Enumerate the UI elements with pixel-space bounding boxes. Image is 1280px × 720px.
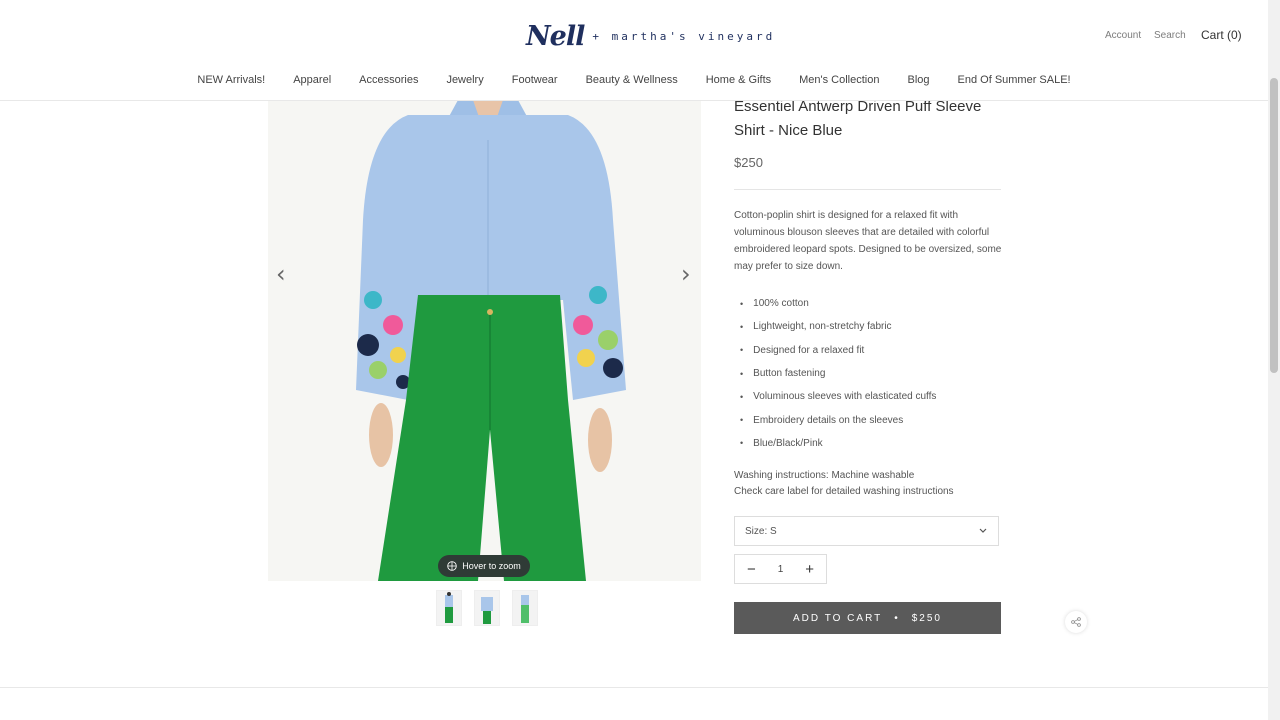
nav-item-new-arrivals[interactable]: NEW Arrivals! <box>197 74 265 86</box>
chevron-right-icon[interactable]: › <box>681 260 691 288</box>
share-button[interactable] <box>1065 611 1087 633</box>
scrollbar-thumb[interactable] <box>1270 78 1278 373</box>
search-link[interactable]: Search <box>1154 30 1186 41</box>
list-item: Blue/Black/Pink <box>734 432 936 455</box>
list-item: Voluminous sleeves with elasticated cuff… <box>734 385 936 408</box>
logo-script-text: Nell <box>526 20 585 52</box>
nav-item-apparel[interactable]: Apparel <box>293 74 331 86</box>
logo-tagline: + martha's vineyard <box>592 29 776 43</box>
chevron-left-icon[interactable]: ‹ <box>276 260 286 288</box>
nav-item-accessories[interactable]: Accessories <box>359 74 418 86</box>
hover-to-zoom-badge: Hover to zoom <box>438 555 530 577</box>
add-to-cart-button[interactable]: ADD TO CART • $250 <box>734 602 1001 634</box>
nav-item-jewelry[interactable]: Jewelry <box>446 74 483 86</box>
product-photo <box>268 100 701 581</box>
nav-item-beauty-wellness[interactable]: Beauty & Wellness <box>586 74 678 86</box>
list-item: Embroidery details on the sleeves <box>734 408 936 431</box>
site-header: Nell + martha's vineyard Account Search … <box>0 0 1268 101</box>
list-item: Designed for a relaxed fit <box>734 339 936 362</box>
brand-logo[interactable]: Nell + martha's vineyard <box>526 20 776 52</box>
add-to-cart-label: ADD TO CART <box>792 612 883 624</box>
care-label-line: Check care label for detailed washing in… <box>734 486 954 497</box>
globe-icon <box>447 561 457 571</box>
feature-list: 100% cotton Lightweight, non-stretchy fa… <box>734 292 936 455</box>
list-item: 100% cotton <box>734 292 936 315</box>
thumbnail-3[interactable] <box>512 590 538 626</box>
nav-item-mens-collection[interactable]: Men's Collection <box>799 74 879 86</box>
divider <box>734 189 1001 190</box>
zoom-label: Hover to zoom <box>462 561 521 571</box>
nav-item-home-gifts[interactable]: Home & Gifts <box>706 74 771 86</box>
main-nav: NEW Arrivals! Apparel Accessories Jewelr… <box>0 74 1268 86</box>
chevron-down-icon <box>979 528 987 533</box>
washing-instructions: Washing instructions: Machine washable C… <box>734 468 954 500</box>
separator-dot: • <box>894 612 900 624</box>
thumbnail-2[interactable] <box>474 590 500 626</box>
list-item: Button fastening <box>734 362 936 385</box>
increase-quantity-button[interactable]: + <box>805 562 814 577</box>
quantity-stepper: − 1 + <box>734 554 827 584</box>
decrease-quantity-button[interactable]: − <box>747 562 756 577</box>
footer-divider <box>0 687 1268 688</box>
nav-item-blog[interactable]: Blog <box>907 74 929 86</box>
add-to-cart-price: $250 <box>911 612 942 624</box>
account-link[interactable]: Account <box>1105 30 1141 41</box>
quantity-value[interactable]: 1 <box>778 564 784 575</box>
nav-item-summer-sale[interactable]: End Of Summer SALE! <box>958 74 1071 86</box>
nav-item-footwear[interactable]: Footwear <box>512 74 558 86</box>
share-icon <box>1071 617 1081 627</box>
product-image-gallery[interactable]: ‹ › <box>268 100 701 581</box>
list-item: Lightweight, non-stretchy fabric <box>734 315 936 338</box>
washing-line: Washing instructions: Machine washable <box>734 470 915 481</box>
thumbnail-1[interactable] <box>436 590 462 626</box>
product-description: Cotton-poplin shirt is designed for a re… <box>734 210 1002 272</box>
cart-link[interactable]: Cart (0) <box>1201 28 1242 42</box>
thumbnail-strip <box>436 590 538 626</box>
size-select-value: Size: S <box>745 525 777 537</box>
size-select[interactable]: Size: S <box>734 516 999 546</box>
product-price: $250 <box>734 155 763 170</box>
page-scrollbar[interactable] <box>1268 0 1280 720</box>
product-title: Essentiel Antwerp Driven Puff Sleeve Shi… <box>734 98 982 139</box>
